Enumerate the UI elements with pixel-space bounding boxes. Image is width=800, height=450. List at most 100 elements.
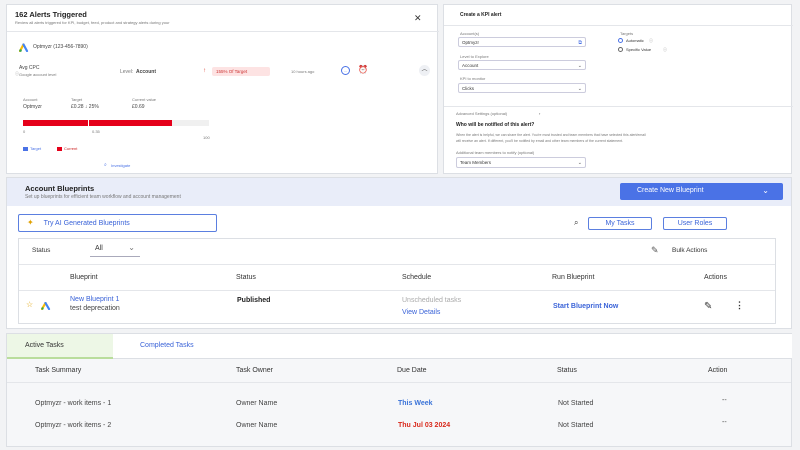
google-ads-icon xyxy=(19,43,29,52)
divider xyxy=(19,290,775,291)
more-vertical-icon[interactable]: ⋮ xyxy=(735,300,744,311)
chevron-right-icon[interactable]: › xyxy=(539,111,540,116)
edit-square-icon[interactable]: ✎ xyxy=(651,245,659,256)
blueprint-name-link[interactable]: New Blueprint 1 xyxy=(70,296,119,303)
time-ago: 10 hours ago xyxy=(291,69,315,74)
create-blueprint-label: Create New Blueprint xyxy=(637,187,704,194)
radio-automatic[interactable] xyxy=(618,38,623,43)
notify-title: Who will be notified of this alert? xyxy=(456,122,535,128)
legend-target: Target xyxy=(30,146,42,151)
team-members-value: Team Members xyxy=(460,160,492,165)
additional-label: Additional team members to notify (optio… xyxy=(456,150,535,155)
view-details-link[interactable]: View Details xyxy=(402,309,440,316)
account-name: Optmyzr (123-456-7890) xyxy=(33,44,88,50)
chat-icon[interactable]: … xyxy=(341,66,350,75)
up-arrow-icon: ↑ xyxy=(203,68,206,74)
blueprint-desc: test deprecation xyxy=(70,305,120,312)
account-value: Optmyzr xyxy=(23,104,42,110)
edit-icon[interactable]: ✎ xyxy=(704,301,712,312)
alarm-icon[interactable]: ⏰ xyxy=(358,65,368,74)
account-label: Account xyxy=(23,97,38,102)
task-summary: Optmyzr - work items - 2 xyxy=(35,422,112,429)
task-action[interactable]: -- xyxy=(722,397,727,404)
tab-active-label: Active Tasks xyxy=(25,342,64,349)
task-summary: Optmyzr - work items - 1 xyxy=(35,400,112,407)
radio-specific[interactable] xyxy=(618,47,623,52)
chevron-down-icon: ⌄ xyxy=(128,243,135,252)
col-blueprint: Blueprint xyxy=(70,274,98,281)
task-status: Not Started xyxy=(558,422,594,429)
star-icon[interactable]: ☆ xyxy=(26,300,33,309)
blueprints-panel: Account Blueprints Set up blueprints for… xyxy=(6,177,792,329)
col-status: Status xyxy=(236,274,256,281)
value-bar-track xyxy=(23,119,209,127)
radio-automatic-label: Automatic xyxy=(626,38,644,43)
col-task-owner: Task Owner xyxy=(236,367,273,374)
status-filter-value: All xyxy=(95,245,103,252)
user-roles-button[interactable]: User Roles xyxy=(663,217,727,230)
targets-label: Targets xyxy=(620,31,634,36)
legend-target-swatch xyxy=(23,147,28,151)
kpi-select[interactable]: Clicks ⌄ xyxy=(458,83,586,93)
task-due: Thu Jul 03 2024 xyxy=(398,422,451,429)
ai-blueprints-button[interactable]: ✦ Try AI Generated Blueprints xyxy=(18,214,217,232)
investigate-link[interactable]: Investigate xyxy=(111,163,130,168)
task-action[interactable]: -- xyxy=(722,419,727,426)
create-blueprint-button[interactable]: Create New Blueprint ⌄ xyxy=(620,183,783,200)
scale-mid: 0.35 xyxy=(92,129,100,134)
target-badge: 155% Of Target xyxy=(212,67,270,76)
blueprints-subtitle: Set up blueprints for efficient team wor… xyxy=(25,194,181,200)
col-run-blueprint: Run Blueprint xyxy=(552,274,595,281)
col-schedule: Schedule xyxy=(402,274,432,281)
radio-specific-label: Specific Value xyxy=(626,47,652,52)
account-field[interactable]: Optmyzr ⧉ xyxy=(458,37,586,47)
divider xyxy=(7,31,439,32)
current-value: £0.69 xyxy=(132,104,145,110)
advanced-settings[interactable]: Advanced Settings (optional) xyxy=(456,111,507,116)
level-select[interactable]: Account ⌄ xyxy=(458,60,586,70)
divider xyxy=(7,382,791,383)
col-action: Action xyxy=(708,367,728,374)
copy-icon[interactable]: ⧉ xyxy=(578,40,582,46)
divider xyxy=(444,25,793,26)
notify-text-2: will receive an alert. If different, you… xyxy=(456,139,624,143)
info-icon: ⓘ xyxy=(663,47,667,52)
tab-completed-label: Completed Tasks xyxy=(140,342,194,349)
status-filter-label: Status xyxy=(32,247,51,254)
scale-start: 0 xyxy=(23,129,26,134)
task-owner: Owner Name xyxy=(236,400,278,407)
blueprints-title: Account Blueprints xyxy=(25,184,95,193)
col-task-status: Status xyxy=(557,367,577,374)
status-filter-select[interactable]: All ⌄ xyxy=(90,242,140,257)
kpi-alert-panel: Create a KPI alert Account(s) Optmyzr ⧉ … xyxy=(443,4,793,174)
target-value: £0.28 ↓ 25% xyxy=(71,104,99,110)
my-tasks-button[interactable]: My Tasks xyxy=(588,217,652,230)
google-ads-icon xyxy=(41,302,51,310)
account-field-value: Optmyzr xyxy=(462,40,480,45)
kpi-select-value: Clicks xyxy=(462,86,474,91)
search-icon[interactable]: ⌕ xyxy=(574,218,578,228)
level-value: Account xyxy=(136,69,156,75)
chevron-down-icon: ⌄ xyxy=(577,160,582,166)
current-label: Current value xyxy=(132,97,157,102)
divider xyxy=(444,106,793,107)
alerts-panel: 162 Alerts Triggered Review all alerts t… xyxy=(6,4,439,174)
tab-completed-tasks[interactable]: Completed Tasks xyxy=(113,334,792,359)
info-icon: ⓘ xyxy=(649,38,653,43)
metric-sub: Google account level xyxy=(19,72,57,77)
ai-blueprints-label: Try AI Generated Blueprints xyxy=(43,220,130,227)
investigate-icon[interactable]: ⌕ xyxy=(104,162,107,168)
blueprint-schedule: Unscheduled tasks xyxy=(402,297,462,304)
col-task-summary: Task Summary xyxy=(35,367,82,374)
chevron-down-icon: ⌄ xyxy=(577,86,582,92)
alerts-title: 162 Alerts Triggered xyxy=(15,10,87,19)
tab-active-tasks[interactable]: Active Tasks xyxy=(7,334,113,359)
team-members-select[interactable]: Team Members ⌄ xyxy=(456,157,586,168)
info-icon: ⓘ xyxy=(15,71,19,76)
start-blueprint-link[interactable]: Start Blueprint Now xyxy=(553,303,618,310)
bulk-actions-button[interactable]: Bulk Actions xyxy=(672,247,707,254)
kpi-title: Create a KPI alert xyxy=(460,12,502,18)
close-icon[interactable]: ✕ xyxy=(414,13,422,24)
alerts-subtitle: Review all alerts triggered for KPI, bud… xyxy=(15,20,170,25)
chevron-up-icon[interactable]: ︿ xyxy=(419,65,430,76)
